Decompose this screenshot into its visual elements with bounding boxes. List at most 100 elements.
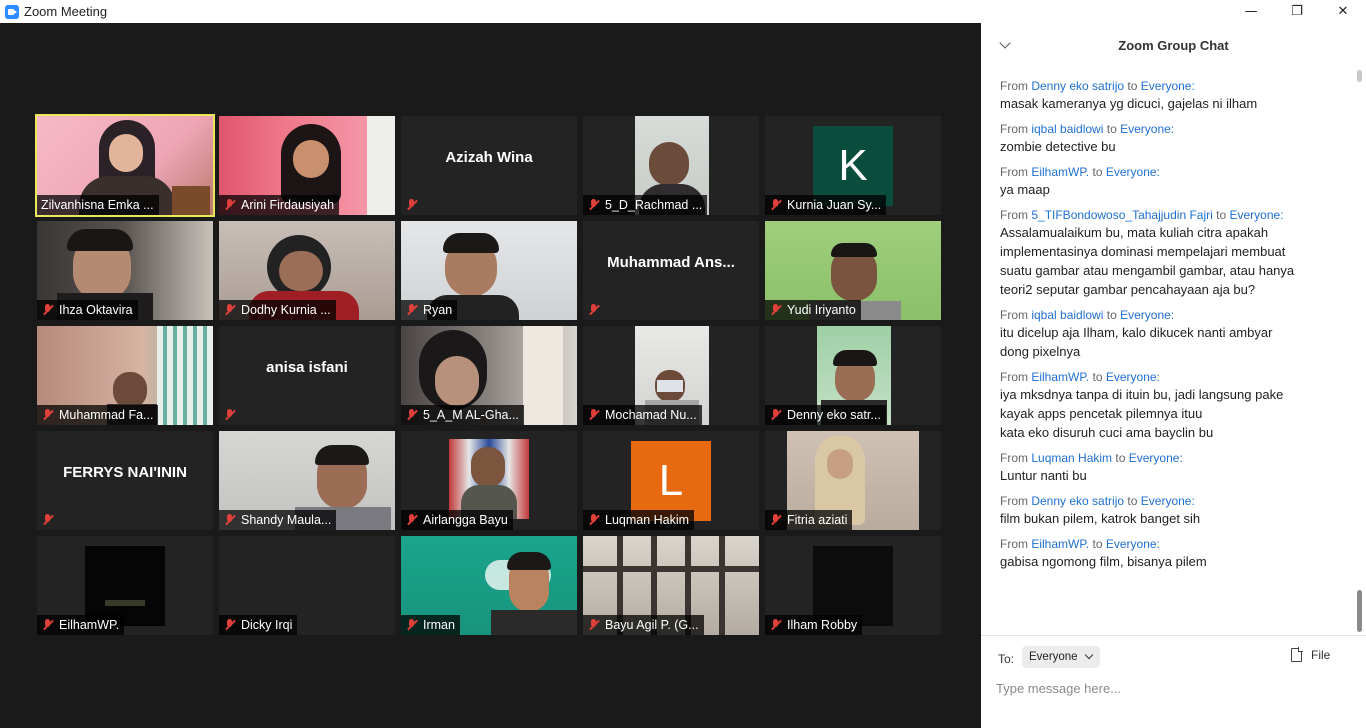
participant-display-name: anisa isfani (266, 359, 348, 376)
participant-tile[interactable]: Ihza Oktavira (37, 221, 213, 320)
participant-name-label: Dicky Irqi (219, 615, 298, 635)
muted-mic-icon (223, 303, 237, 317)
sender-name[interactable]: iqbal baidlowi (1031, 308, 1103, 322)
from-label: From (1000, 537, 1028, 551)
participant-tile[interactable]: anisa isfani (219, 326, 395, 425)
chat-title: Zoom Group Chat (1118, 38, 1229, 53)
to-label: to (1092, 537, 1103, 551)
chat-message-text: suatu gambar atau mengambil gambar, atau… (1000, 263, 1295, 278)
sender-name[interactable]: EilhamWP. (1031, 370, 1089, 384)
participant-tile[interactable]: 5_D_Rachmad ... (583, 116, 759, 215)
participant-avatar: K (813, 126, 893, 206)
sender-name[interactable]: 5_TIFBondowoso_Tahajjudin Fajri (1031, 208, 1212, 222)
participant-tile[interactable]: EilhamWP. (37, 536, 213, 635)
recipient-name[interactable]: Everyone: (1120, 122, 1174, 136)
recipient-name[interactable]: Everyone: (1106, 370, 1160, 384)
chat-scrollbar-thumb[interactable] (1357, 590, 1362, 632)
participant-tile[interactable]: L Luqman Hakim (583, 431, 759, 530)
muted-mic-icon (769, 513, 783, 527)
participant-name-label: Luqman Hakim (583, 510, 695, 530)
muted-mic-icon (405, 618, 419, 632)
chat-message-meta: From EilhamWP. to Everyone: (1000, 537, 1330, 552)
participant-tile[interactable]: Airlangga Bayu (401, 431, 577, 530)
muted-mic-icon (41, 408, 55, 422)
recipient-name[interactable]: Everyone: (1229, 208, 1283, 222)
chat-panel: Zoom Group Chat From Denny eko satrijo t… (981, 23, 1366, 728)
participant-tile[interactable]: Azizah Wina (401, 116, 577, 215)
chat-composer: To: Everyone File (981, 635, 1366, 728)
close-icon[interactable]: ✕ (1320, 0, 1366, 23)
chat-message-text: gabisa ngomong film, bisanya pilem (1000, 554, 1207, 569)
participant-avatar: L (631, 441, 711, 521)
participant-tile[interactable]: Ryan (401, 221, 577, 320)
from-label: From (1000, 122, 1028, 136)
window-controls: — ❐ ✕ (1228, 0, 1366, 23)
sender-name[interactable]: Luqman Hakim (1031, 451, 1112, 465)
chat-message: From Luqman Hakim to Everyone: Luntur nan… (1000, 451, 1330, 485)
chat-message-meta: From 5_TIFBondowoso_Tahajjudin Fajri to … (1000, 208, 1330, 223)
to-label: to (1106, 122, 1117, 136)
restore-icon[interactable]: ❐ (1274, 0, 1320, 23)
muted-mic-icon (405, 513, 419, 527)
participant-tile[interactable]: Shandy Maula... (219, 431, 395, 530)
participant-name-label: Dodhy Kurnia ... (219, 300, 336, 320)
recipient-name[interactable]: Everyone: (1120, 308, 1174, 322)
recipient-name[interactable]: Everyone: (1141, 79, 1195, 93)
from-label: From (1000, 208, 1028, 222)
chat-message: From EilhamWP. to Everyone: iya mksdnya t… (1000, 370, 1330, 442)
sender-name[interactable]: Denny eko satrijo (1031, 79, 1124, 93)
muted-mic-icon (223, 618, 237, 632)
participant-tile[interactable]: 5_A_M AL-Gha... (401, 326, 577, 425)
participant-tile[interactable]: Irman (401, 536, 577, 635)
participant-tile[interactable]: Fitria aziati (765, 431, 941, 530)
participant-video (449, 439, 529, 519)
participant-tile[interactable]: Dodhy Kurnia ... (219, 221, 395, 320)
muted-mic-icon (223, 513, 237, 527)
muted-mic-icon (587, 618, 601, 632)
minimize-icon[interactable]: — (1228, 0, 1274, 23)
chevron-down-icon[interactable] (999, 37, 1011, 49)
muted-mic-icon (587, 513, 601, 527)
sender-name[interactable]: Denny eko satrijo (1031, 494, 1124, 508)
message-input[interactable] (996, 676, 1346, 700)
participant-tile[interactable]: Dicky Irqi (219, 536, 395, 635)
recipient-name[interactable]: Everyone: (1106, 165, 1160, 179)
recipient-name[interactable]: Everyone: (1141, 494, 1195, 508)
participant-name-label: Kurnia Juan Sy... (765, 195, 887, 215)
chat-message-list[interactable]: From Denny eko satrijo to Everyone: masak… (1000, 79, 1330, 580)
recipient-name[interactable]: Everyone: (1106, 537, 1160, 551)
participant-tile[interactable]: FERRYS NAI'ININ (37, 431, 213, 530)
to-label: to (1127, 494, 1138, 508)
from-label: From (1000, 451, 1028, 465)
participant-tile[interactable]: K Kurnia Juan Sy... (765, 116, 941, 215)
recipient-select[interactable]: Everyone (1022, 646, 1100, 668)
muted-mic-icon (223, 198, 237, 212)
sender-name[interactable]: iqbal baidlowi (1031, 122, 1103, 136)
file-button[interactable]: File (1291, 647, 1331, 662)
scrollbar-top-arrow[interactable] (1357, 70, 1362, 82)
chat-message-text: ya maap (1000, 182, 1050, 197)
participant-name-label: Fitria aziati (765, 510, 853, 530)
sender-name[interactable]: EilhamWP. (1031, 165, 1089, 179)
sender-name[interactable]: EilhamWP. (1031, 537, 1089, 551)
muted-mic-icon (769, 408, 783, 422)
recipient-name[interactable]: Everyone: (1129, 451, 1183, 465)
participant-video (813, 546, 893, 626)
chat-message-text: Assalamualaikum bu, mata kuliah citra ap… (1000, 225, 1269, 240)
participant-tile[interactable]: Muhammad Fa... (37, 326, 213, 425)
participant-tile[interactable]: Denny eko satr... (765, 326, 941, 425)
muted-mic-icon (41, 303, 55, 317)
chat-message: From iqbal baidlowi to Everyone: itu dice… (1000, 308, 1330, 361)
participant-tile[interactable]: Mochamad Nu... (583, 326, 759, 425)
participant-tile[interactable]: Bayu Agil P. (G... (583, 536, 759, 635)
participant-name-label: Ryan (401, 300, 458, 320)
file-button-label: File (1311, 648, 1331, 662)
chat-message-meta: From Denny eko satrijo to Everyone: (1000, 494, 1330, 509)
chat-message-text: film bukan pilem, katrok banget sih (1000, 511, 1201, 526)
participant-tile[interactable]: Yudi Iriyanto (765, 221, 941, 320)
participant-tile[interactable]: Ilham Robby (765, 536, 941, 635)
participant-tile[interactable]: Zilvanhisna Emka ... (35, 114, 215, 217)
participant-tile[interactable]: Muhammad Ans... (583, 221, 759, 320)
chat-message-meta: From iqbal baidlowi to Everyone: (1000, 122, 1330, 137)
participant-tile[interactable]: Arini Firdausiyah (219, 116, 395, 215)
